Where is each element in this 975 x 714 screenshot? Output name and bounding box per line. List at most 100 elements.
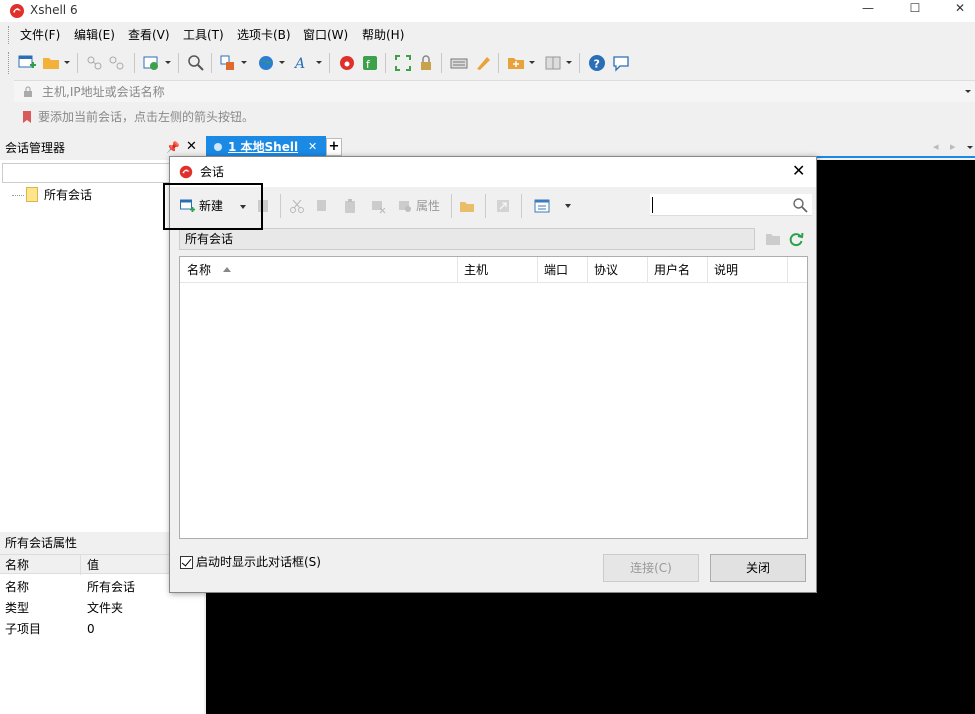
address-dropdown-icon[interactable] bbox=[965, 90, 971, 93]
menu-file[interactable]: 文件(F) bbox=[20, 27, 60, 43]
show-on-startup-checkbox[interactable] bbox=[180, 556, 193, 569]
session-properties-icon[interactable] bbox=[143, 54, 161, 72]
view-list-icon[interactable] bbox=[534, 198, 550, 214]
address-placeholder[interactable]: 主机,IP地址或会话名称 bbox=[42, 84, 165, 100]
add-folder-dropdown-icon[interactable] bbox=[529, 61, 535, 64]
keyboard-icon[interactable] bbox=[450, 54, 468, 72]
menu-grip[interactable] bbox=[8, 26, 11, 44]
search-icon[interactable] bbox=[792, 197, 808, 213]
menu-view[interactable]: 查看(V) bbox=[128, 27, 170, 43]
shortcut-icon[interactable] bbox=[495, 198, 511, 214]
properties-dropdown-icon[interactable] bbox=[165, 61, 171, 64]
connect-button[interactable]: 连接(C) bbox=[603, 554, 699, 582]
xshell-logo-icon bbox=[179, 165, 193, 179]
column-divider[interactable] bbox=[457, 257, 458, 283]
hint-bar: 要添加当前会话，点击左侧的箭头按钮。 bbox=[14, 106, 975, 128]
xftp-icon[interactable]: f bbox=[361, 54, 379, 72]
highlight-pen-icon[interactable] bbox=[474, 54, 492, 72]
column-divider[interactable] bbox=[80, 555, 81, 575]
new-folder-icon[interactable] bbox=[766, 233, 780, 245]
cut-icon[interactable] bbox=[289, 198, 305, 214]
properties-row[interactable]: 类型 文件夹 bbox=[0, 598, 204, 618]
svg-text:?: ? bbox=[594, 58, 600, 71]
search-icon[interactable] bbox=[187, 54, 205, 72]
tab-close-icon[interactable]: ✕ bbox=[308, 139, 317, 155]
col-name[interactable]: 名称 bbox=[187, 262, 211, 278]
col-protocol[interactable]: 协议 bbox=[594, 262, 618, 278]
address-bar[interactable]: 主机,IP地址或会话名称 bbox=[14, 80, 975, 102]
tree-item-label[interactable]: 所有会话 bbox=[44, 187, 92, 203]
copy-icon[interactable] bbox=[314, 198, 330, 214]
column-divider[interactable] bbox=[707, 257, 708, 283]
new-session-icon[interactable] bbox=[18, 54, 36, 72]
tab-prev-icon[interactable]: ◂ bbox=[933, 140, 939, 154]
globe-dropdown-icon[interactable] bbox=[279, 61, 285, 64]
font-dropdown-icon[interactable] bbox=[316, 61, 322, 64]
column-divider[interactable] bbox=[647, 257, 648, 283]
globe-icon[interactable] bbox=[257, 54, 275, 72]
minimize-button[interactable]: — bbox=[853, 0, 883, 18]
open-dropdown-icon[interactable] bbox=[64, 61, 70, 64]
svg-text:A: A bbox=[294, 56, 305, 72]
properties-col-value[interactable]: 值 bbox=[87, 557, 99, 573]
open-folder-icon[interactable] bbox=[459, 198, 475, 214]
transfer-icon[interactable] bbox=[219, 54, 237, 72]
tab-menu-icon[interactable] bbox=[967, 146, 973, 149]
col-description[interactable]: 说明 bbox=[714, 262, 738, 278]
help-icon[interactable]: ? bbox=[588, 54, 606, 72]
maximize-button[interactable]: ☐ bbox=[900, 0, 930, 18]
menu-window[interactable]: 窗口(W) bbox=[303, 27, 348, 43]
xshell-icon[interactable] bbox=[338, 54, 356, 72]
col-port[interactable]: 端口 bbox=[544, 262, 568, 278]
layout-dropdown-icon[interactable] bbox=[566, 61, 572, 64]
transfer-dropdown-icon[interactable] bbox=[241, 61, 247, 64]
menu-help[interactable]: 帮助(H) bbox=[362, 27, 404, 43]
delete-icon[interactable] bbox=[370, 198, 386, 214]
lock-icon[interactable] bbox=[417, 54, 435, 72]
column-divider[interactable] bbox=[587, 257, 588, 283]
open-folder-icon[interactable] bbox=[42, 54, 60, 72]
dialog-search-input[interactable] bbox=[650, 194, 812, 216]
menu-edit[interactable]: 编辑(E) bbox=[74, 27, 115, 43]
disconnect-icon[interactable] bbox=[108, 54, 126, 72]
paste-icon[interactable] bbox=[342, 198, 358, 214]
menu-tabs[interactable]: 选项卡(B) bbox=[237, 27, 291, 43]
properties-icon[interactable] bbox=[397, 198, 413, 214]
tab-local-shell[interactable]: 1 本地Shell ✕ bbox=[206, 136, 326, 158]
add-folder-icon[interactable] bbox=[507, 54, 525, 72]
properties-row[interactable]: 子项目 0 bbox=[0, 619, 204, 639]
layout-icon[interactable] bbox=[544, 54, 562, 72]
column-divider[interactable] bbox=[787, 257, 788, 283]
connect-icon[interactable] bbox=[86, 54, 104, 72]
tab-status-dot-icon bbox=[214, 143, 222, 151]
col-username[interactable]: 用户名 bbox=[654, 262, 690, 278]
session-list[interactable]: 名称 主机 端口 协议 用户名 说明 bbox=[179, 256, 808, 539]
bookmark-arrow-icon[interactable] bbox=[22, 110, 34, 124]
properties-label[interactable]: 属性 bbox=[416, 198, 440, 214]
view-dropdown-icon[interactable] bbox=[565, 204, 571, 208]
new-session-button[interactable]: 新建 bbox=[178, 195, 250, 217]
dialog-title-bar[interactable]: 会话 ✕ bbox=[170, 157, 816, 187]
session-manager-close-icon[interactable]: ✕ bbox=[186, 139, 197, 155]
column-divider[interactable] bbox=[537, 257, 538, 283]
refresh-icon[interactable] bbox=[788, 231, 804, 247]
toolbar-grip[interactable] bbox=[8, 52, 11, 74]
close-window-button[interactable]: ✕ bbox=[945, 0, 975, 18]
tab-next-icon[interactable]: ▸ bbox=[950, 140, 956, 154]
font-icon[interactable]: A bbox=[294, 54, 312, 72]
fullscreen-icon[interactable] bbox=[394, 54, 412, 72]
sort-ascending-icon bbox=[223, 267, 231, 272]
show-on-startup-label[interactable]: 启动时显示此对话框(S) bbox=[196, 554, 321, 570]
properties-col-name[interactable]: 名称 bbox=[5, 557, 29, 573]
connect-icon[interactable] bbox=[256, 198, 272, 214]
new-dropdown-icon[interactable] bbox=[240, 205, 246, 209]
new-tab-button[interactable]: + bbox=[326, 138, 342, 156]
menu-tools[interactable]: 工具(T) bbox=[183, 27, 224, 43]
session-path-bar[interactable]: 所有会话 bbox=[179, 228, 755, 250]
pin-icon[interactable]: 📌 bbox=[166, 140, 180, 156]
chat-icon[interactable] bbox=[612, 54, 630, 72]
dialog-close-icon[interactable]: ✕ bbox=[792, 162, 805, 180]
tab-label[interactable]: 1 本地Shell bbox=[228, 139, 298, 155]
col-host[interactable]: 主机 bbox=[464, 262, 488, 278]
close-button[interactable]: 关闭 bbox=[710, 554, 806, 582]
